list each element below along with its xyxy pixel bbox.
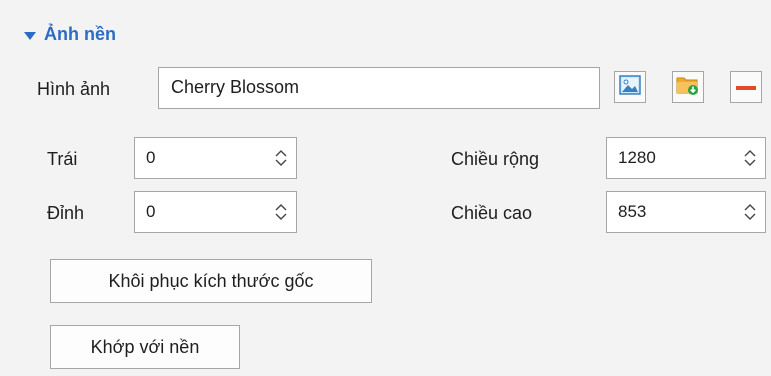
remove-image-button[interactable] bbox=[730, 71, 762, 103]
left-value[interactable]: 0 bbox=[135, 148, 270, 168]
image-name-field[interactable]: Cherry Blossom bbox=[158, 67, 600, 109]
folder-download-icon bbox=[676, 74, 700, 101]
top-value[interactable]: 0 bbox=[135, 202, 270, 222]
caret-down-icon[interactable] bbox=[24, 31, 36, 40]
width-value[interactable]: 1280 bbox=[607, 148, 739, 168]
left-label: Trái bbox=[47, 149, 78, 169]
width-label: Chiều rộng bbox=[451, 149, 540, 169]
image-label: Hình ảnh bbox=[37, 79, 111, 99]
browse-image-button[interactable] bbox=[614, 71, 646, 103]
picture-icon bbox=[619, 74, 641, 100]
spin-arrows-icon[interactable] bbox=[739, 138, 761, 178]
spin-arrows-icon[interactable] bbox=[739, 192, 761, 232]
top-label: Đỉnh bbox=[47, 203, 85, 223]
height-label: Chiều cao bbox=[451, 203, 533, 223]
minus-icon bbox=[736, 78, 756, 96]
background-image-panel: Ảnh nền Hình ảnh Cherry Blossom Trái 0 Đ… bbox=[0, 0, 771, 376]
section-title: Ảnh nền bbox=[44, 24, 116, 44]
spin-arrows-icon[interactable] bbox=[270, 138, 292, 178]
height-spinbox[interactable]: 853 bbox=[606, 191, 766, 233]
open-image-button[interactable] bbox=[672, 71, 704, 103]
left-spinbox[interactable]: 0 bbox=[134, 137, 297, 179]
height-value[interactable]: 853 bbox=[607, 202, 739, 222]
restore-original-size-button[interactable]: Khôi phục kích thước gốc bbox=[50, 259, 372, 303]
top-spinbox[interactable]: 0 bbox=[134, 191, 297, 233]
section-header[interactable]: Ảnh nền bbox=[24, 24, 116, 45]
spin-arrows-icon[interactable] bbox=[270, 192, 292, 232]
fit-to-background-button[interactable]: Khớp với nền bbox=[50, 325, 240, 369]
width-spinbox[interactable]: 1280 bbox=[606, 137, 766, 179]
